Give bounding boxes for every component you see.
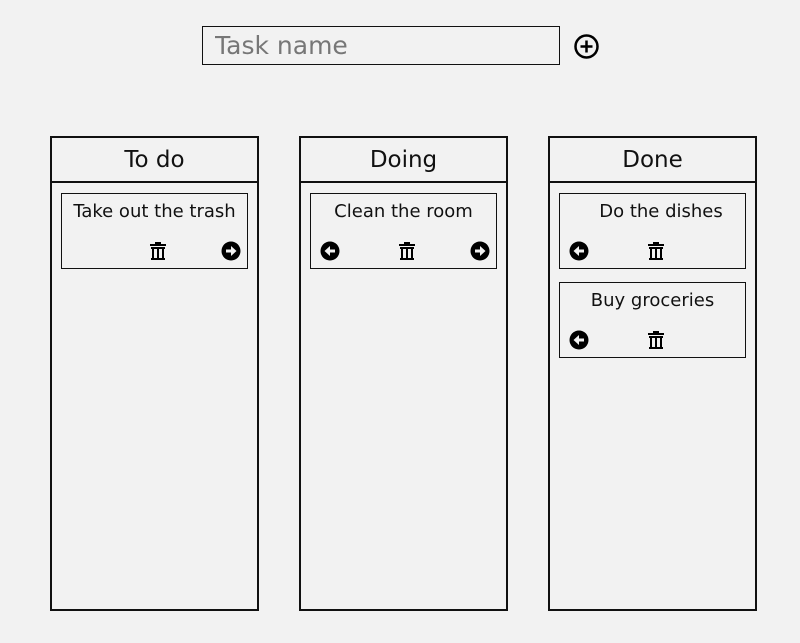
task-card-title: Buy groceries <box>590 290 715 311</box>
column-title: To do <box>52 138 257 183</box>
task-name-input[interactable] <box>202 26 560 65</box>
delete-task-button[interactable] <box>646 241 666 261</box>
task-card-title: Clean the room <box>334 201 473 222</box>
trash-icon <box>646 241 666 261</box>
column-title: Done <box>550 138 755 183</box>
column-todo: To do Take out the trash <box>50 136 259 611</box>
move-left-button[interactable] <box>320 241 340 261</box>
arrow-left-circle-icon <box>320 241 340 261</box>
arrow-right-circle-icon <box>221 241 241 261</box>
column-doing: Doing Clean the room <box>299 136 508 611</box>
column-done: Done Do the dishes Buy groceries <box>548 136 757 611</box>
task-card: Do the dishes <box>559 193 746 269</box>
task-card-title: Do the dishes <box>599 201 723 222</box>
column-title: Doing <box>301 138 506 183</box>
trash-icon <box>148 241 168 261</box>
arrow-right-circle-icon <box>470 241 490 261</box>
move-left-button[interactable] <box>569 241 589 261</box>
plus-circle-icon <box>573 33 600 60</box>
trash-icon <box>646 330 666 350</box>
move-right-button[interactable] <box>470 241 490 261</box>
task-card-title: Take out the trash <box>73 201 236 222</box>
task-card: Take out the trash <box>61 193 248 269</box>
move-right-button[interactable] <box>221 241 241 261</box>
task-card: Clean the room <box>310 193 497 269</box>
arrow-left-circle-icon <box>569 241 589 261</box>
task-card: Buy groceries <box>559 282 746 358</box>
arrow-left-circle-icon <box>569 330 589 350</box>
delete-task-button[interactable] <box>148 241 168 261</box>
delete-task-button[interactable] <box>646 330 666 350</box>
trash-icon <box>397 241 417 261</box>
add-task-button[interactable] <box>573 33 600 60</box>
move-left-button[interactable] <box>569 330 589 350</box>
delete-task-button[interactable] <box>397 241 417 261</box>
